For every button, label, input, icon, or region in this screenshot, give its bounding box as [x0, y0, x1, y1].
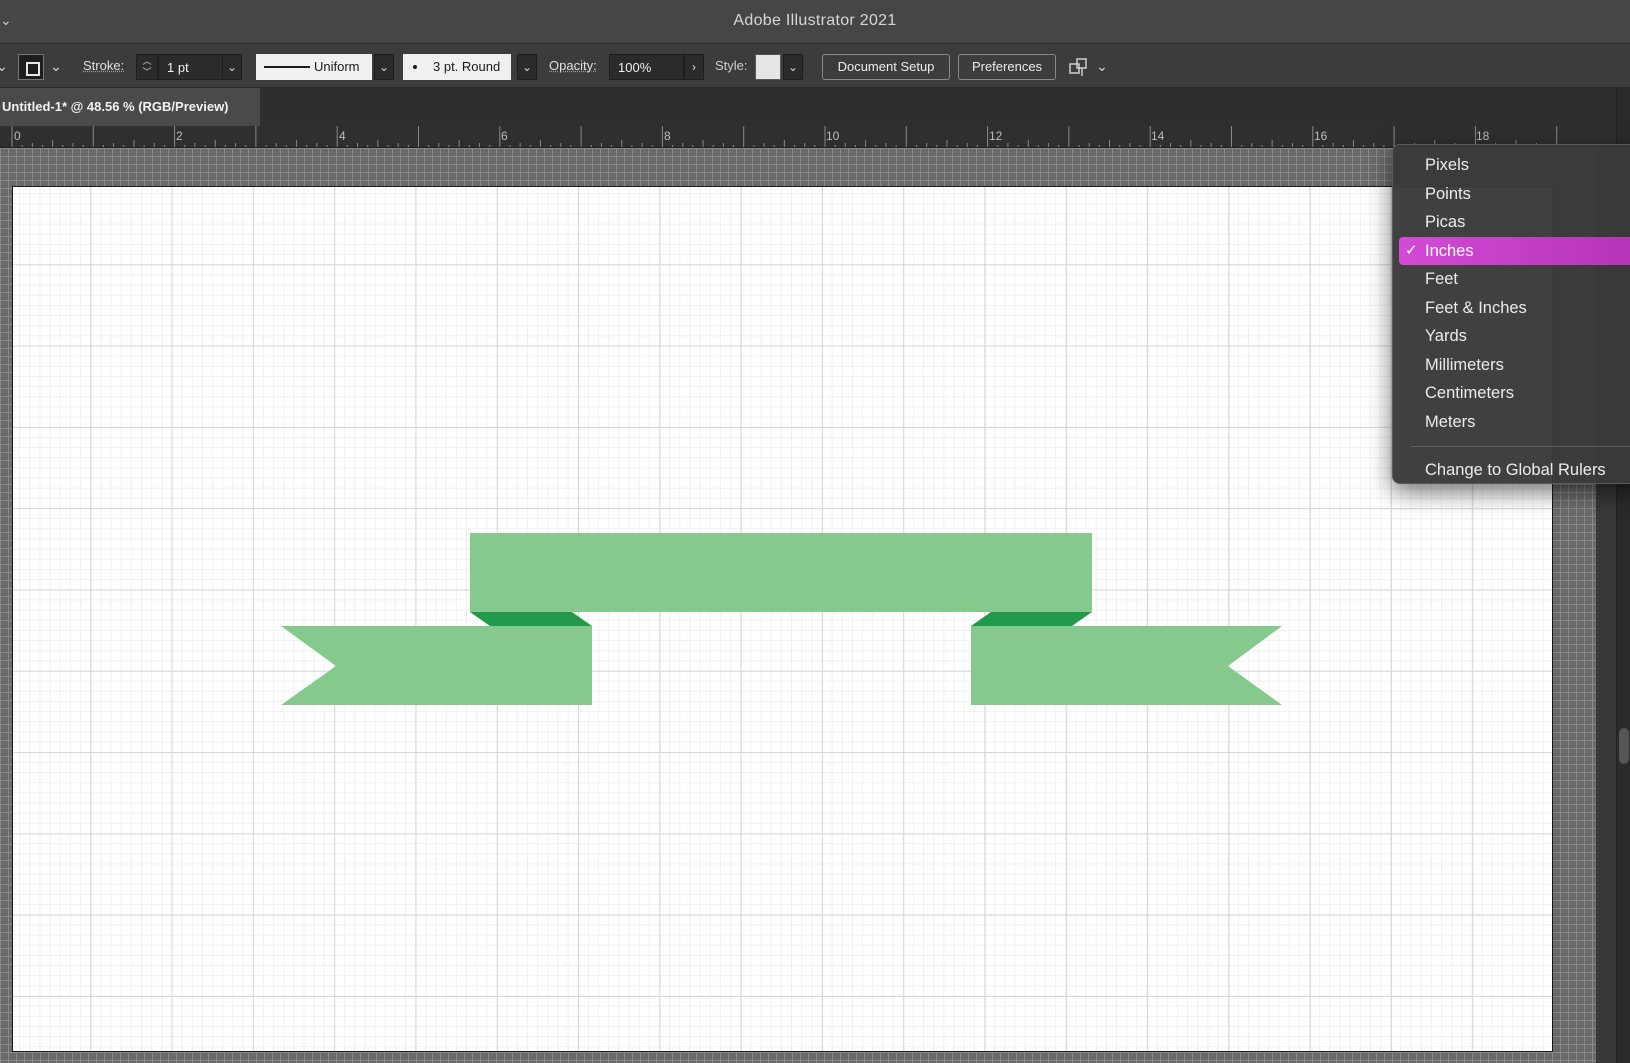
ruler-label: 18: [1476, 129, 1490, 143]
menu-item-pixels[interactable]: Pixels: [1393, 151, 1630, 180]
window-title: Adobe Illustrator 2021: [733, 12, 897, 29]
opacity-arrow-icon[interactable]: ›: [684, 54, 704, 80]
brush-definition-select[interactable]: 3 pt. Round: [403, 54, 511, 80]
stroke-profile-dropdown-icon[interactable]: ⌄: [374, 54, 394, 80]
ruler-label: 2: [176, 129, 183, 143]
ruler-units-menu: Pixels Points Picas ✓ Inches Feet Feet & …: [1392, 144, 1630, 484]
arrange-documents-icon[interactable]: [1068, 56, 1090, 78]
style-label: Style:: [715, 58, 748, 73]
menu-item-centimeters[interactable]: Centimeters: [1393, 379, 1630, 408]
menu-item-label: Inches: [1425, 241, 1474, 260]
scrollbar-thumb[interactable]: [1619, 728, 1629, 764]
menu-item-label: Feet & Inches: [1425, 298, 1527, 317]
title-bar: ⌄ Adobe Illustrator 2021: [0, 0, 1630, 44]
menu-item-label: Change to Global Rulers: [1425, 461, 1606, 479]
menu-item-label: Points: [1425, 184, 1471, 203]
menu-item-label: Feet: [1425, 270, 1459, 288]
stroke-weight-stepper[interactable]: ︿ ﹀: [136, 54, 158, 80]
menu-item-label: Centimeters: [1425, 384, 1514, 402]
horizontal-ruler[interactable]: 0 2 4 6 8 10 12 14 16 18: [0, 126, 1616, 148]
stroke-swatch-dropdown-icon[interactable]: ⌄: [46, 52, 66, 80]
menu-item-meters[interactable]: Meters: [1393, 408, 1630, 437]
menu-item-yards[interactable]: Yards: [1393, 322, 1630, 351]
document-tab[interactable]: Untitled-1* @ 48.56 % (RGB/Preview): [0, 88, 260, 126]
stroke-weight-dropdown-icon[interactable]: ⌄: [222, 54, 242, 80]
stroke-swatch[interactable]: [18, 54, 44, 80]
stroke-profile-select[interactable]: Uniform: [256, 54, 372, 80]
ruler-label: 14: [1151, 129, 1165, 143]
menu-item-label: Millimeters: [1425, 355, 1504, 374]
ruler-label: 0: [14, 129, 21, 143]
menu-item-label: Pixels: [1425, 156, 1470, 174]
arrange-dropdown-icon[interactable]: ⌄: [1092, 52, 1112, 80]
document-tab-bar: Untitled-1* @ 48.56 % (RGB/Preview): [0, 88, 1630, 126]
preferences-button[interactable]: Preferences: [958, 54, 1056, 80]
menu-item-inches[interactable]: ✓ Inches: [1399, 236, 1630, 265]
ruler-ticks: [11, 126, 1558, 147]
menu-item-points[interactable]: Points: [1393, 180, 1630, 209]
menu-item-feet[interactable]: Feet: [1393, 265, 1630, 294]
ruler-label: 10: [826, 129, 840, 143]
menu-item-change-to-global-rulers[interactable]: Change to Global Rulers: [1393, 456, 1630, 485]
ruler-label: 12: [989, 129, 1003, 143]
artboard[interactable]: [12, 186, 1553, 1052]
graphic-style-swatch[interactable]: [755, 54, 781, 80]
brush-dropdown-icon[interactable]: ⌄: [517, 54, 537, 80]
menu-item-picas[interactable]: Picas: [1393, 208, 1630, 237]
ruler-label: 8: [664, 129, 671, 143]
stroke-label[interactable]: Stroke:: [83, 58, 124, 73]
menu-item-label: Picas: [1425, 213, 1466, 231]
opacity-field[interactable]: 100%: [609, 54, 684, 80]
opacity-label[interactable]: Opacity:: [549, 58, 597, 73]
ruler-label: 16: [1314, 129, 1328, 143]
chevron-down-icon[interactable]: ⌄: [0, 52, 12, 80]
style-dropdown-icon[interactable]: ⌄: [783, 54, 803, 80]
checkmark-icon: ✓: [1405, 241, 1418, 259]
menu-separator: [1411, 446, 1630, 447]
ruler-label: 6: [501, 129, 508, 143]
ruler-label: 4: [339, 129, 346, 143]
menu-item-millimeters[interactable]: Millimeters: [1393, 351, 1630, 380]
document-setup-button[interactable]: Document Setup: [822, 54, 950, 80]
control-bar: ⌄ ⌄ Stroke: ︿ ﹀ 1 pt ⌄ Uniform ⌄ 3 pt. Ro…: [0, 44, 1630, 88]
stroke-weight-field[interactable]: 1 pt: [158, 54, 224, 80]
menu-item-label: Yards: [1425, 327, 1467, 345]
menu-item-feet-inches[interactable]: Feet & Inches: [1393, 294, 1630, 323]
menu-item-label: Meters: [1425, 412, 1476, 431]
